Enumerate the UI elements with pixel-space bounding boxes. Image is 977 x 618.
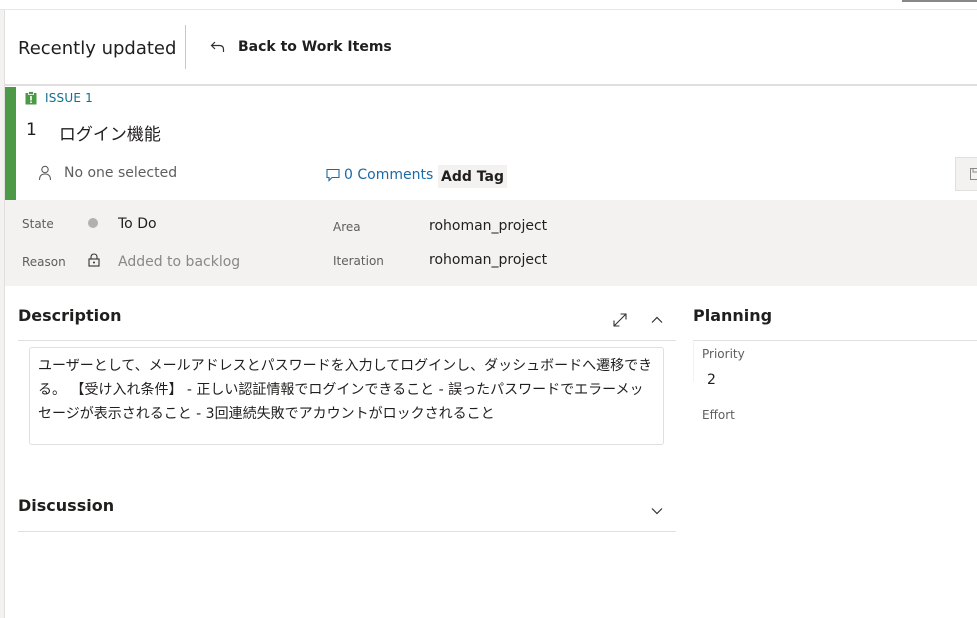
fields-panel: State To Do Reason Added to backlog Area… [5, 200, 977, 286]
iteration-label: Iteration [333, 254, 384, 268]
back-to-work-items-button[interactable]: Back to Work Items [210, 39, 392, 55]
planning-rule [693, 340, 977, 341]
header-divider [185, 25, 186, 69]
priority-value[interactable]: 2 [707, 372, 716, 388]
add-tag-button[interactable]: Add Tag [438, 165, 507, 188]
discussion-rule [18, 531, 676, 532]
scrollbar-thumb[interactable] [902, 0, 977, 2]
save-button[interactable] [955, 157, 977, 191]
description-editor[interactable]: ユーザーとして、メールアドレスとパスワードを入力してログインし、ダッシュボードへ… [29, 347, 664, 445]
lock-icon [88, 253, 100, 267]
reason-value: Added to backlog [118, 254, 241, 270]
chevron-up-icon[interactable] [649, 312, 665, 328]
discussion-title: Discussion [18, 496, 115, 515]
comments-count: 0 Comments [344, 167, 434, 183]
top-strip [0, 0, 977, 10]
planning-title: Planning [693, 306, 773, 325]
state-indicator [88, 218, 98, 228]
page-title: Recently updated [18, 38, 177, 59]
assignee-label: No one selected [64, 165, 178, 181]
clipboard-icon [25, 91, 37, 105]
reason-label: Reason [22, 255, 66, 269]
work-item-header: ISSUE 1 1 ログイン機能 No one selected 0 Comme… [5, 87, 977, 200]
work-item-title-text: ログイン機能 [58, 125, 161, 145]
planning-left-rule [693, 342, 694, 382]
assignee-picker[interactable]: No one selected [38, 165, 177, 181]
area-label: Area [333, 220, 361, 234]
save-icon [970, 168, 977, 180]
work-item-type-label: ISSUE 1 [45, 91, 93, 105]
person-icon [38, 165, 52, 181]
comments-link[interactable]: 0 Comments [326, 167, 433, 183]
chevron-down-icon[interactable] [649, 503, 665, 519]
work-item-id: 1 [26, 120, 37, 140]
page-header: Recently updated Back to Work Items [5, 11, 977, 86]
priority-label: Priority [702, 347, 745, 361]
iteration-value[interactable]: rohoman_project [429, 252, 547, 268]
description-rule [18, 340, 676, 341]
effort-label: Effort [702, 408, 735, 422]
comment-icon [326, 168, 340, 182]
work-item-type: ISSUE 1 [25, 91, 93, 105]
description-title: Description [18, 306, 122, 325]
back-label: Back to Work Items [238, 39, 392, 55]
back-arrow-icon [210, 41, 225, 52]
expand-icon[interactable] [612, 312, 628, 328]
work-item-title[interactable]: 1 ログイン機能 [26, 120, 161, 145]
state-label: State [22, 217, 54, 231]
work-item-type-accent [5, 87, 16, 200]
state-value[interactable]: To Do [118, 216, 157, 232]
area-value[interactable]: rohoman_project [429, 218, 547, 234]
